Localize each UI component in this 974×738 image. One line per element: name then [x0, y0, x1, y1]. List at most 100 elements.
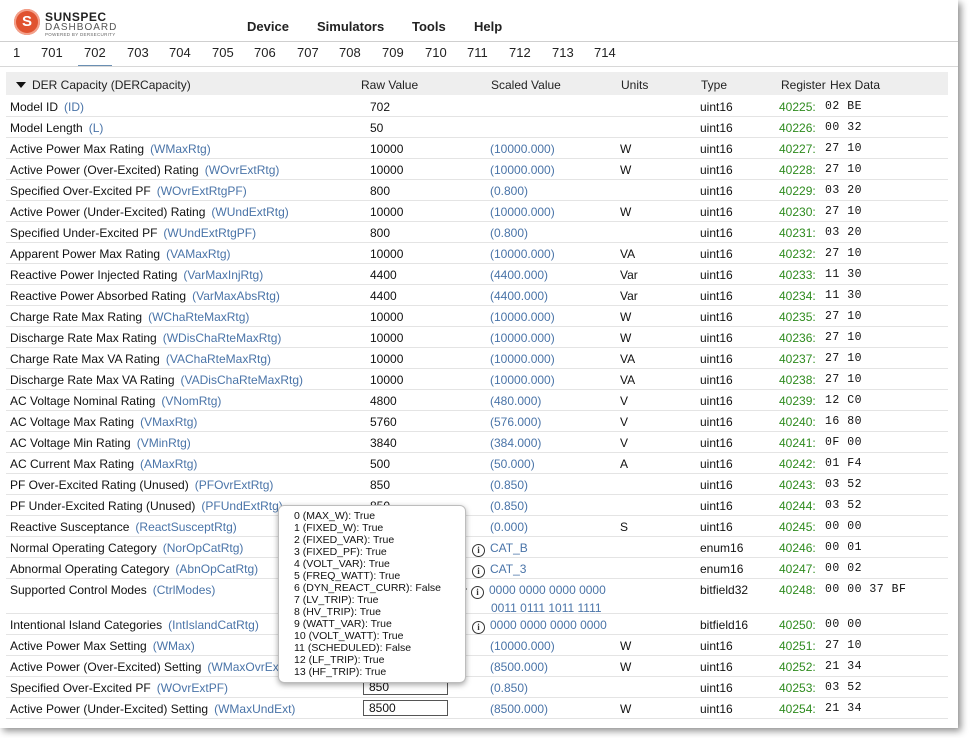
- point-id: (VADisChaRteMaxRtg): [180, 373, 304, 387]
- scaled-value[interactable]: i CAT_3: [472, 562, 526, 578]
- hex-data: 03 52: [825, 681, 863, 694]
- tab-702[interactable]: 702: [78, 45, 112, 67]
- scaled-value-text: (0.850): [490, 478, 529, 492]
- point-id: (AMaxRtg): [140, 457, 198, 471]
- point-name: Model ID: [10, 100, 59, 114]
- table-row: Active Power (Over-Excited) Rating (WOvrE…: [6, 159, 948, 180]
- tab-1[interactable]: 1: [13, 45, 20, 66]
- tab-707[interactable]: 707: [297, 45, 319, 66]
- point-name: Charge Rate Max VA Rating: [10, 352, 160, 366]
- point-id: (CtrlModes): [152, 583, 216, 597]
- raw-value-input[interactable]: 8500: [363, 700, 448, 716]
- raw-value: 50: [370, 121, 384, 135]
- type-value: bitfield16: [700, 618, 749, 632]
- menu-simulators[interactable]: Simulators: [317, 19, 384, 34]
- register-address: 40234:: [779, 289, 816, 303]
- table-row: PF Over-Excited Rating (Unused) (PFOvrExt…: [6, 474, 948, 495]
- tab-705[interactable]: 705: [212, 45, 234, 66]
- scaled-value-text: (0.800): [490, 184, 529, 198]
- scaled-value: (10000.000): [490, 373, 555, 387]
- control-mode-bit: 1 (FIXED_W): True: [294, 522, 384, 534]
- point-name: Active Power (Over-Excited) Rating: [10, 163, 199, 177]
- point-id: (WOvrExtRtgPF): [156, 184, 247, 198]
- scaled-value-text: (0.850): [490, 499, 529, 513]
- table-row: Active Power (Under-Excited) Rating (WUnd…: [6, 201, 948, 222]
- menu-tools[interactable]: Tools: [412, 19, 446, 34]
- info-icon[interactable]: i: [472, 565, 485, 578]
- tab-710[interactable]: 710: [425, 45, 447, 66]
- raw-value: 10000: [370, 142, 404, 156]
- menu-device[interactable]: Device: [247, 19, 289, 34]
- raw-value: 500: [370, 457, 391, 471]
- control-mode-bit: 13 (HF_TRIP): True: [294, 666, 387, 678]
- scaled-value: (10000.000): [490, 247, 555, 261]
- tab-701[interactable]: 701: [41, 45, 63, 66]
- register-address: 40254:: [779, 702, 816, 716]
- scaled-value-text: (10000.000): [490, 247, 555, 261]
- type-value: uint16: [700, 163, 733, 177]
- scaled-value: (10000.000): [490, 205, 555, 219]
- scaled-value-text-line2: 0011 0111 1011 1111: [491, 601, 602, 615]
- point-id: (ReactSusceptRtg): [135, 520, 237, 534]
- type-value: uint16: [700, 268, 733, 282]
- point-name: Apparent Power Max Rating: [10, 247, 161, 261]
- register-address: 40231:: [779, 226, 816, 240]
- register-address: 40233:: [779, 268, 816, 282]
- table-row: AC Voltage Max Rating (VMaxRtg) 5760 (576.0…: [6, 411, 948, 432]
- col-scaled-value: Scaled Value: [491, 78, 561, 92]
- scaled-value: (4400.000): [490, 268, 548, 282]
- point-id: (WUndExtRtgPF): [163, 226, 257, 240]
- point-label: Charge Rate Max VA Rating (VAChaRteMaxRtg…: [10, 352, 271, 366]
- app-window: S SUNSPEC DASHBOARD POWERED BY DERSECURI…: [0, 0, 958, 728]
- scaled-value[interactable]: i CAT_B: [472, 541, 528, 557]
- scaled-value: (10000.000): [490, 639, 555, 653]
- point-label: Intentional Island Categories (IntIslandC…: [10, 618, 259, 632]
- tab-706[interactable]: 706: [254, 45, 276, 66]
- tab-709[interactable]: 709: [382, 45, 404, 66]
- point-label: Discharge Rate Max VA Rating (VADisChaRte…: [10, 373, 303, 387]
- scaled-value[interactable]: i 0000 0000 0000 0000: [472, 618, 607, 634]
- info-icon[interactable]: i: [472, 621, 485, 634]
- sunspec-logo[interactable]: S SUNSPEC DASHBOARD POWERED BY DERSECURI…: [14, 9, 124, 37]
- raw-value: 10000: [370, 247, 404, 261]
- tab-704[interactable]: 704: [169, 45, 191, 66]
- units-value: W: [620, 310, 632, 324]
- info-icon[interactable]: i: [472, 544, 485, 557]
- point-label: Apparent Power Max Rating (VAMaxRtg): [10, 247, 231, 261]
- raw-value: 10000: [370, 310, 404, 324]
- tab-714[interactable]: 714: [594, 45, 616, 66]
- register-address: 40237:: [779, 352, 816, 366]
- model-group-toggle[interactable]: DER Capacity (DERCapacity): [16, 78, 191, 92]
- tab-708[interactable]: 708: [339, 45, 361, 66]
- point-label: Active Power (Over-Excited) Rating (WOvrE…: [10, 163, 279, 177]
- hex-data: 21 34: [825, 660, 863, 673]
- scaled-value: (480.000): [490, 394, 541, 408]
- type-value: uint16: [700, 142, 733, 156]
- scaled-value-text: (10000.000): [490, 639, 555, 653]
- raw-value: 850: [370, 478, 391, 492]
- tab-703[interactable]: 703: [127, 45, 149, 66]
- point-label: Reactive Power Injected Rating (VarMaxInj…: [10, 268, 263, 282]
- point-name: AC Voltage Min Rating: [10, 436, 131, 450]
- point-label: Reactive Power Absorbed Rating (VarMaxAbs…: [10, 289, 280, 303]
- point-id: (ID): [64, 100, 85, 114]
- scaled-value: (10000.000): [490, 163, 555, 177]
- units-value: W: [620, 205, 632, 219]
- point-id: (WDisChaRteMaxRtg): [162, 331, 282, 345]
- menu-help[interactable]: Help: [474, 19, 502, 34]
- tab-711[interactable]: 711: [467, 45, 488, 66]
- register-address: 40239:: [779, 394, 816, 408]
- info-icon[interactable]: i: [471, 586, 484, 599]
- scaled-value: (10000.000): [490, 352, 555, 366]
- point-label: Specified Over-Excited PF (WOvrExtRtgPF): [10, 184, 247, 198]
- control-mode-bit: 11 (SCHEDULED): False: [294, 642, 412, 654]
- point-id: (VAMaxRtg): [166, 247, 231, 261]
- table-row: Reactive Power Injected Rating (VarMaxInj…: [6, 264, 948, 285]
- point-id: (WMaxRtg): [150, 142, 211, 156]
- scaled-value[interactable]: i 0000 0000 0000 0000 0011 0111 1011 1111: [462, 583, 606, 615]
- tab-712[interactable]: 712: [509, 45, 531, 66]
- scaled-value-text: CAT_B: [490, 541, 528, 555]
- type-value: uint16: [700, 247, 733, 261]
- register-address: 40240:: [779, 415, 816, 429]
- tab-713[interactable]: 713: [552, 45, 574, 66]
